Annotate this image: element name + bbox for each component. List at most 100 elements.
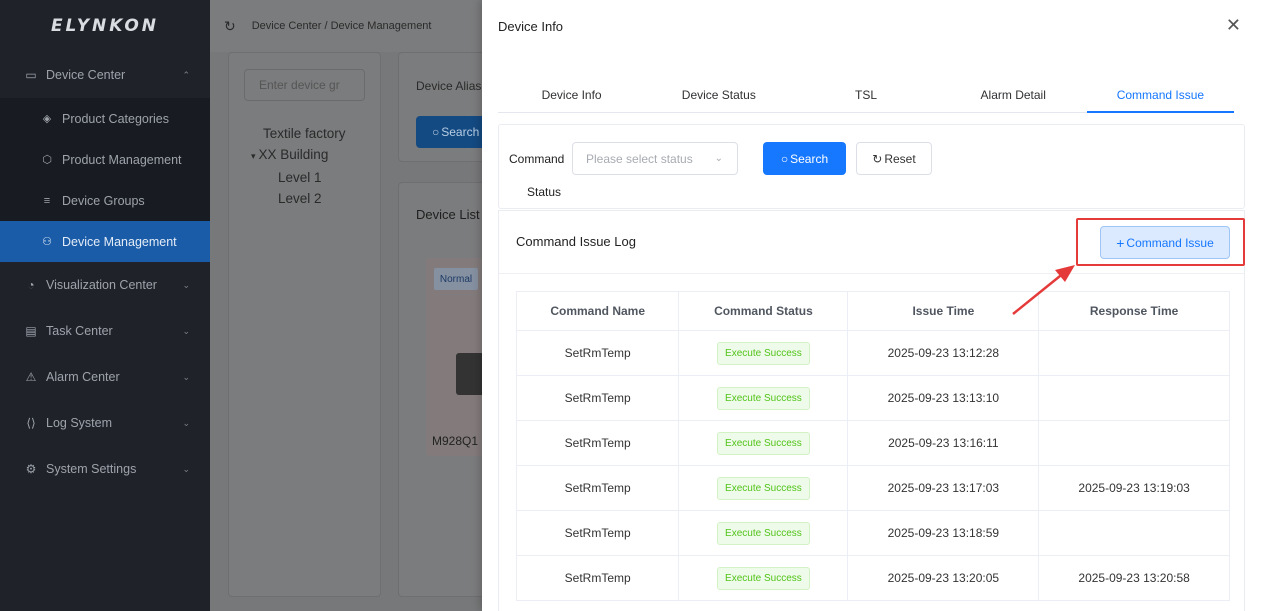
command-name-cell: SetRmTemp xyxy=(515,465,680,511)
reset-button[interactable]: ↻ Reset xyxy=(856,142,932,175)
group-tree: Textile factory ▾ XX Building Level 1 Lev… xyxy=(229,123,380,209)
command-name-cell: SetRmTemp xyxy=(515,510,680,556)
chevron-down-icon: ⌄ xyxy=(182,325,190,336)
command-name-cell: SetRmTemp xyxy=(515,375,680,421)
gear-icon: ⚙ xyxy=(25,462,37,476)
menu-device-center[interactable]: ▭ Device Center ⌃ xyxy=(0,52,210,98)
tab-tsl[interactable]: TSL xyxy=(792,80,939,112)
menu-system-settings[interactable]: ⚙ System Settings ⌄ xyxy=(0,446,210,492)
drawer-title: Device Info xyxy=(498,18,564,34)
status-badge: Execute Success xyxy=(717,386,810,410)
device-group-tree-panel: Enter device gr Textile factory ▾ XX Buil… xyxy=(228,52,381,597)
issue-time-cell: 2025-09-23 13:17:03 xyxy=(847,465,1040,511)
sidebar-item-label: Product Management xyxy=(62,152,182,167)
command-status-select[interactable]: Please select status ⌄ xyxy=(572,142,738,175)
command-issue-button[interactable]: + Command Issue xyxy=(1100,226,1230,259)
chevron-down-icon: ⌄ xyxy=(182,463,190,474)
command-name-cell: SetRmTemp xyxy=(515,330,680,376)
table-row: SetRmTemp Execute Success 2025-09-23 13:… xyxy=(515,330,1230,376)
command-status-cell: Execute Success xyxy=(678,555,849,601)
command-log-panel: Command Issue Log + Command Issue Command… xyxy=(498,210,1245,611)
status-badge: Execute Success xyxy=(717,566,810,590)
refresh-icon[interactable]: ↻ xyxy=(224,18,236,35)
issue-time-cell: 2025-09-23 13:16:11 xyxy=(847,420,1040,466)
select-placeholder: Please select status xyxy=(586,151,693,166)
device-card[interactable]: Normal M928Q1 xyxy=(426,258,486,456)
menu-label: Task Center xyxy=(46,324,113,338)
menu-label: System Settings xyxy=(46,462,137,476)
tree-node-level-1[interactable]: Level 1 xyxy=(263,167,380,188)
sidebar-item-product-categories[interactable]: ◈ Product Categories xyxy=(0,98,210,139)
monitor-icon: ▭ xyxy=(25,68,37,82)
command-log-table: Command Name Command Status Issue Time R… xyxy=(515,291,1230,601)
device-info-drawer: Device Info ✕ Device Info Device Status … xyxy=(482,0,1267,611)
tree-search-input[interactable]: Enter device gr xyxy=(244,69,365,101)
menu-log-system[interactable]: ⟨⟩ Log System ⌄ xyxy=(0,400,210,446)
table-header-row: Command Name Command Status Issue Time R… xyxy=(515,291,1230,331)
command-status-cell: Execute Success xyxy=(678,330,849,376)
menu-task-center[interactable]: ▤ Task Center ⌄ xyxy=(0,308,210,354)
menu-label: Device Center xyxy=(46,68,126,82)
issue-time-cell: 2025-09-23 13:13:10 xyxy=(847,375,1040,421)
clipboard-icon: ▤ xyxy=(25,324,37,338)
tab-alarm-detail[interactable]: Alarm Detail xyxy=(940,80,1087,112)
chevron-down-icon: ⌄ xyxy=(714,153,723,164)
command-filter-panel: Command Status Please select status ⌄ ○ S… xyxy=(498,124,1245,209)
status-badge: Execute Success xyxy=(717,476,810,500)
caret-down-icon: ▾ xyxy=(251,151,256,161)
menu-visualization-center[interactable]: ◔ Visualization Center ⌄ xyxy=(0,262,210,308)
chart-icon: ◔ xyxy=(27,278,35,292)
menu-label: Log System xyxy=(46,416,113,430)
response-time-cell: 2025-09-23 13:19:03 xyxy=(1038,465,1230,511)
table-row: SetRmTemp Execute Success 2025-09-23 13:… xyxy=(515,420,1230,466)
response-time-cell xyxy=(1038,420,1230,466)
drawer-header: Device Info ✕ xyxy=(482,0,1267,52)
table-row: SetRmTemp Execute Success 2025-09-23 13:… xyxy=(515,510,1230,556)
tab-device-status[interactable]: Device Status xyxy=(645,80,792,112)
tree-node-root[interactable]: Textile factory xyxy=(263,123,380,144)
search-button-label: Search xyxy=(790,151,829,166)
response-time-cell xyxy=(1038,375,1230,421)
sidebar-item-label: Product Categories xyxy=(62,111,170,126)
sidebar-item-product-management[interactable]: ⬡ Product Management xyxy=(0,139,210,180)
command-status-label-line2: Status xyxy=(527,185,562,199)
plus-icon: + xyxy=(1116,234,1125,251)
sidebar-item-label: Device Groups xyxy=(62,193,145,208)
table-row: SetRmTemp Execute Success 2025-09-23 13:… xyxy=(515,465,1230,511)
device-name: M928Q1 xyxy=(432,434,479,448)
device-list-title: Device List xyxy=(416,207,480,222)
issue-time-cell: 2025-09-23 13:18:59 xyxy=(847,510,1040,556)
search-button[interactable]: ○ Search xyxy=(763,142,846,175)
refresh-icon: ↻ xyxy=(872,151,883,166)
tree-node-building[interactable]: ▾ XX Building xyxy=(251,144,380,167)
device-filter-panel: Device Alias ○ Search xyxy=(398,52,496,162)
command-status-cell: Execute Success xyxy=(678,465,849,511)
command-status-cell: Execute Success xyxy=(678,420,849,466)
menu-alarm-center[interactable]: ⚠ Alarm Center ⌄ xyxy=(0,354,210,400)
sidebar-item-label: Device Management xyxy=(62,234,177,249)
response-time-cell xyxy=(1038,510,1230,556)
sidebar-item-device-groups[interactable]: ≡ Device Groups xyxy=(0,180,210,221)
status-badge: Execute Success xyxy=(717,431,810,455)
menu-label: Alarm Center xyxy=(46,370,120,384)
command-name-cell: SetRmTemp xyxy=(515,555,680,601)
tree-node-level-2[interactable]: Level 2 xyxy=(263,188,380,209)
table-row: SetRmTemp Execute Success 2025-09-23 13:… xyxy=(515,375,1230,421)
issue-time-cell: 2025-09-23 13:12:28 xyxy=(847,330,1040,376)
alarm-icon: ⚠ xyxy=(25,370,37,384)
chevron-down-icon: ⌄ xyxy=(182,279,190,290)
reset-button-label: Reset xyxy=(884,151,916,166)
drawer-tabs: Device Info Device Status TSL Alarm Deta… xyxy=(498,80,1235,113)
layers-icon: ◈ xyxy=(42,113,52,125)
status-badge: Normal xyxy=(434,268,478,290)
command-status-cell: Execute Success xyxy=(678,510,849,556)
tab-command-issue[interactable]: Command Issue xyxy=(1086,80,1235,113)
tree-node-label: XX Building xyxy=(258,147,329,162)
device-list-panel: Device List Normal M928Q1 xyxy=(398,182,488,597)
tab-device-info[interactable]: Device Info xyxy=(498,80,645,112)
code-icon: ⟨⟩ xyxy=(26,416,36,430)
close-icon[interactable]: ✕ xyxy=(1226,16,1241,34)
search-label: Search xyxy=(441,125,480,139)
sidebar: ELYNKON ▭ Device Center ⌃ ◈ Product Cate… xyxy=(0,0,210,611)
sidebar-item-device-management[interactable]: ⚇ Device Management xyxy=(0,221,210,262)
